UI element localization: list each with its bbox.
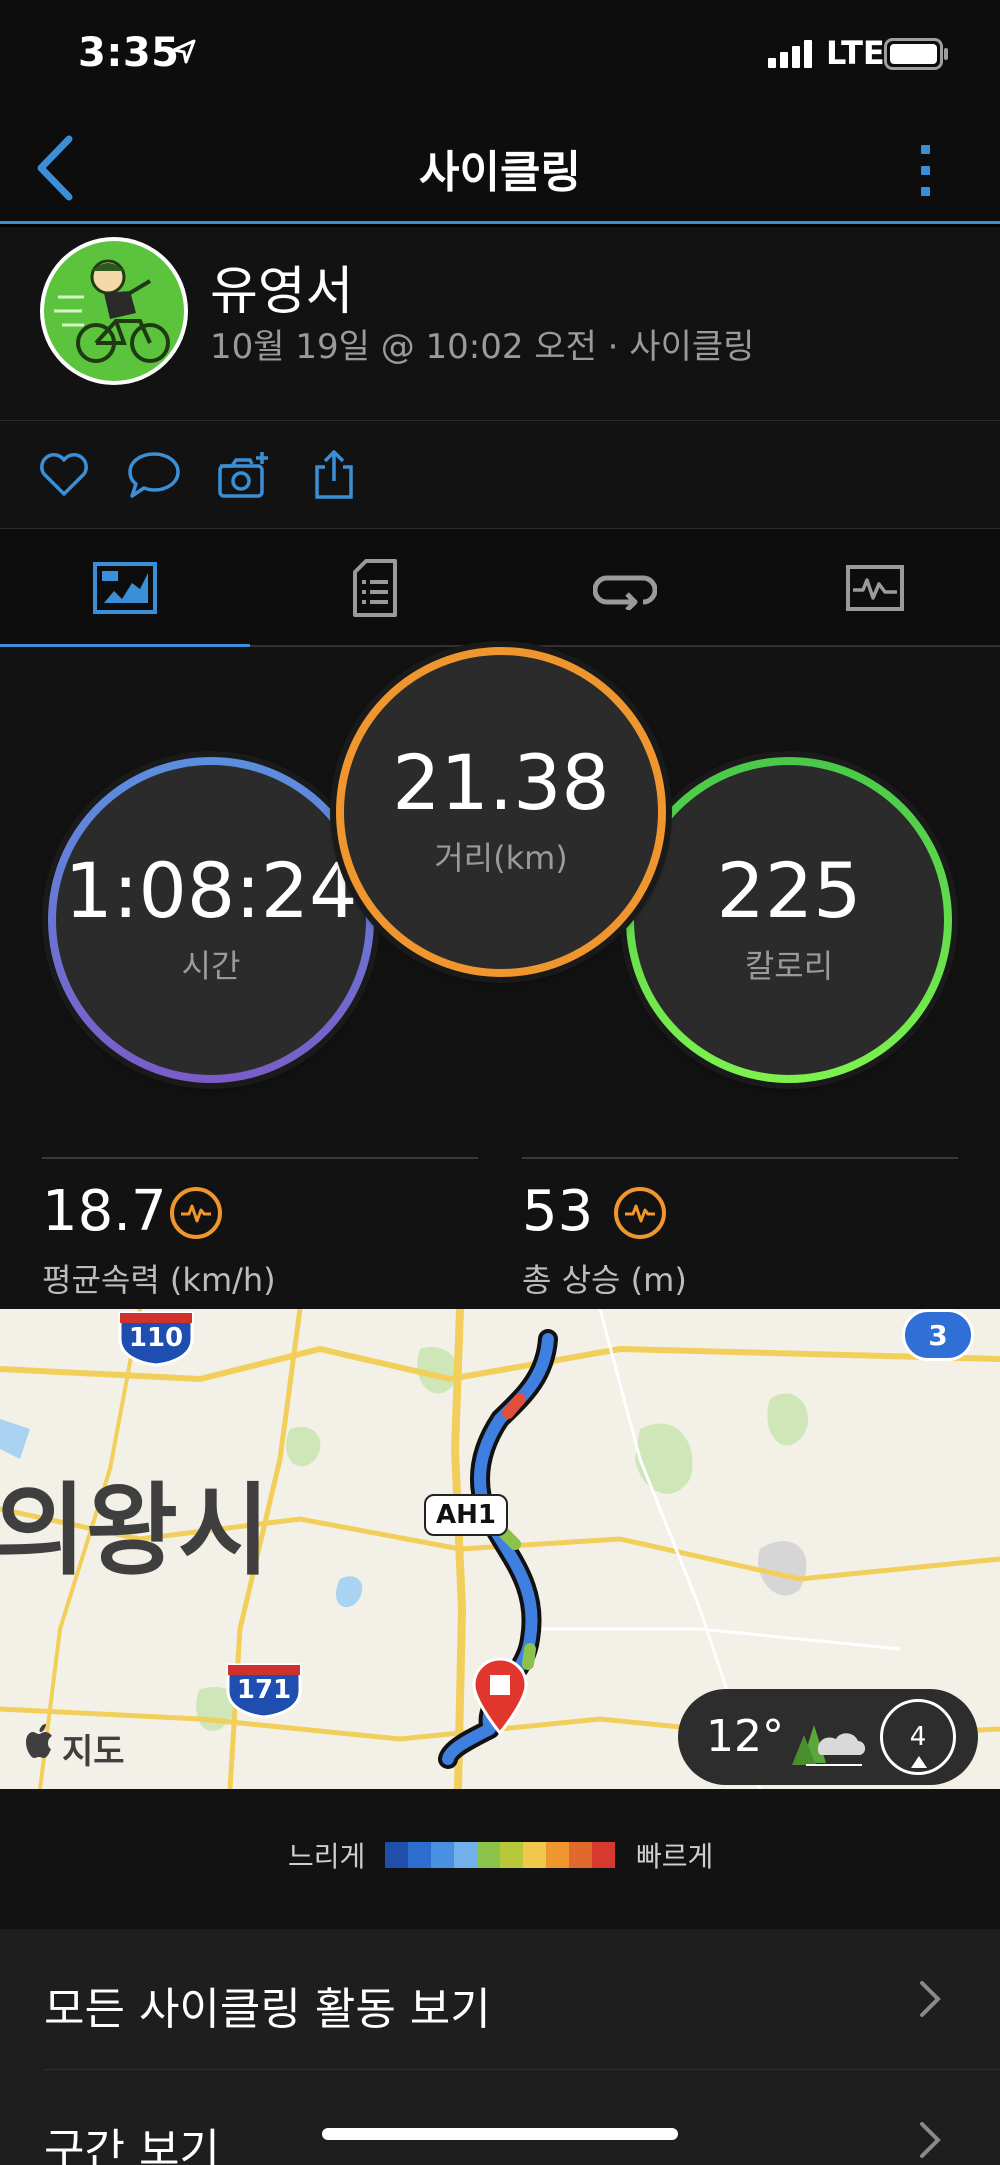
- activity-tabs: [0, 529, 1000, 649]
- speed-color-scale: [385, 1842, 615, 1868]
- more-dot-icon: [920, 165, 930, 175]
- view-all-cycling-button[interactable]: 모든 사이클링 활동 보기: [0, 1929, 1000, 2069]
- distance-ring: 21.38 거리(km): [336, 647, 666, 977]
- legend-color-swatch: [408, 1842, 431, 1868]
- map-city-label: 의왕시: [0, 1472, 270, 1589]
- more-dot-icon: [920, 144, 930, 154]
- heart-rate-chart-icon: [614, 1187, 666, 1239]
- tab-stats[interactable]: [250, 529, 500, 647]
- distance-label: 거리(km): [434, 839, 568, 877]
- page-title: 사이클링: [419, 147, 581, 198]
- calories-ring: 225 칼로리: [626, 757, 952, 1083]
- activity-header: 유영서 10월 19일 @ 10:02 오전 · 사이클링: [0, 227, 1000, 421]
- avg-speed-label: 평균속력 (km/h): [42, 1261, 276, 1299]
- legend-color-swatch: [546, 1842, 569, 1868]
- legend-fast-label: 빠르게: [636, 1840, 714, 1873]
- highway-shield-110: 110: [116, 1309, 196, 1367]
- heart-rate-chart-icon: [170, 1187, 222, 1239]
- comment-bubble-icon: [128, 452, 180, 498]
- chevron-right-icon: [918, 2120, 942, 2164]
- wind-direction-icon: [911, 1756, 927, 1768]
- nav-bar: 사이클링: [0, 110, 1000, 224]
- legend-color-swatch: [477, 1842, 500, 1868]
- comment-button[interactable]: [124, 447, 184, 503]
- avg-speed-value: 18.7: [42, 1179, 167, 1244]
- cyclist-avatar-icon: [54, 259, 170, 363]
- location-arrow-icon: [170, 38, 198, 70]
- status-time: 3:35: [78, 30, 180, 76]
- chart-icon: [846, 565, 904, 611]
- time-label: 시간: [181, 947, 241, 985]
- calories-label: 칼로리: [744, 947, 834, 985]
- tab-charts[interactable]: [750, 529, 1000, 647]
- battery-icon: [884, 38, 950, 74]
- speed-legend: 느리게 빠르게: [0, 1789, 1000, 1929]
- avatar[interactable]: [40, 237, 188, 385]
- activity-meta: 10월 19일 @ 10:02 오전 · 사이클링: [210, 327, 755, 367]
- legend-color-swatch: [500, 1842, 523, 1868]
- action-bar: [0, 421, 1000, 529]
- view-segments-button[interactable]: 구간 보기: [0, 2070, 1000, 2165]
- chevron-right-icon: [918, 1979, 942, 2023]
- time-value: 1:08:24: [64, 846, 358, 935]
- elevation-label: 총 상승 (m): [522, 1261, 687, 1299]
- highway-shield-171: 171: [224, 1661, 304, 1719]
- road-label-ah1: AH1: [424, 1494, 508, 1536]
- document-icon: [353, 559, 397, 617]
- share-button[interactable]: [304, 447, 364, 503]
- stats-panel: 1:08:24 시간 225 칼로리 21.38 거리(km) 18.7 평균속…: [0, 647, 1000, 1309]
- more-options-button[interactable]: [900, 132, 950, 208]
- legend-color-swatch: [454, 1842, 477, 1868]
- laps-loop-icon: [593, 575, 657, 610]
- tab-laps[interactable]: [500, 529, 750, 647]
- time-ring: 1:08:24 시간: [48, 757, 374, 1083]
- share-icon: [315, 450, 353, 499]
- add-photo-button[interactable]: [214, 447, 274, 503]
- tab-overview[interactable]: [0, 529, 250, 649]
- weather-widget[interactable]: 12° 4: [678, 1689, 978, 1785]
- legend-color-swatch: [569, 1842, 592, 1868]
- route-map[interactable]: 의왕시 AH1 110 171 3 지도 12° 4: [0, 1309, 1000, 1789]
- apple-logo-icon: [26, 1724, 56, 1764]
- legend-slow-label: 느리게: [288, 1840, 366, 1873]
- overview-icon: [93, 562, 157, 614]
- cloud-tree-icon: [786, 1705, 866, 1773]
- wind-speed: 4: [880, 1699, 956, 1775]
- avg-speed-metric: 18.7 평균속력 (km/h): [42, 1157, 478, 1299]
- calories-value: 225: [716, 846, 862, 935]
- heart-icon: [40, 453, 88, 496]
- camera-add-icon: [218, 452, 268, 498]
- distance-value: 21.38: [392, 738, 610, 827]
- home-indicator[interactable]: [322, 2128, 678, 2140]
- legend-color-swatch: [523, 1842, 546, 1868]
- list-item-label: 구간 보기: [44, 2125, 220, 2165]
- map-attribution: 지도: [62, 1732, 125, 1772]
- route-badge-3: 3: [902, 1309, 974, 1361]
- legend-color-swatch: [385, 1842, 408, 1868]
- elevation-value: 53: [522, 1179, 594, 1244]
- network-type: LTE: [826, 34, 885, 72]
- legend-color-swatch: [431, 1842, 454, 1868]
- status-bar: 3:35 LTE: [0, 0, 1000, 110]
- like-button[interactable]: [34, 447, 94, 503]
- legend-color-swatch: [592, 1842, 615, 1868]
- elevation-metric: 53 총 상승 (m): [522, 1157, 958, 1299]
- more-dot-icon: [920, 186, 930, 196]
- user-name[interactable]: 유영서: [210, 249, 354, 324]
- map-pin-icon: [470, 1657, 530, 1739]
- list-item-label: 모든 사이클링 활동 보기: [44, 1984, 491, 2035]
- weather-temperature: 12°: [706, 1711, 784, 1762]
- signal-icon: [768, 40, 816, 72]
